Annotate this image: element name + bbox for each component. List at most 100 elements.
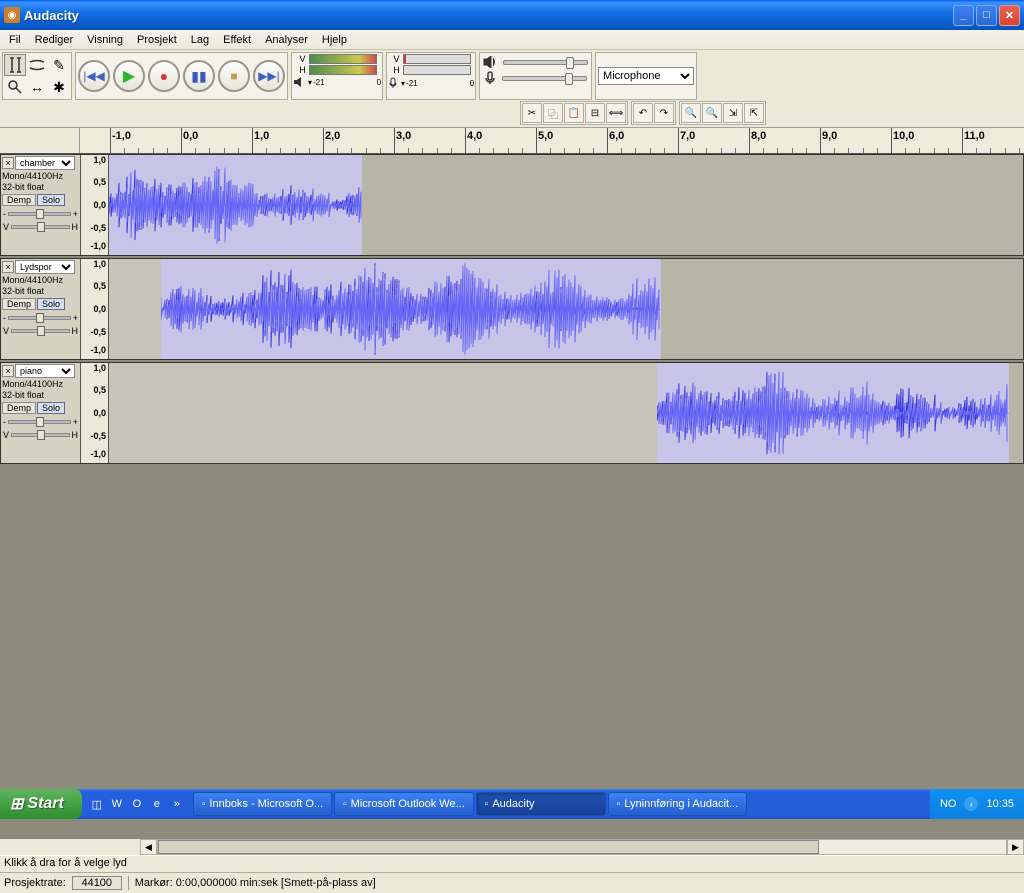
track-close-button[interactable]: × — [2, 365, 14, 377]
fit-selection-icon[interactable]: ⇲ — [723, 103, 743, 123]
timeline-tick-label: 6,0 — [609, 130, 624, 142]
track-bitdepth: 32-bit float — [2, 390, 79, 400]
taskbar-item[interactable]: ▫Microsoft Outlook We... — [334, 792, 474, 816]
menu-rediger[interactable]: Rediger — [28, 32, 81, 48]
selection-tool-icon[interactable] — [4, 54, 26, 76]
waveform[interactable] — [109, 155, 1023, 255]
mute-button[interactable]: Demp — [2, 298, 36, 310]
meter-left-label: V — [298, 54, 308, 64]
language-indicator[interactable]: NO — [940, 798, 957, 810]
menu-fil[interactable]: Fil — [2, 32, 28, 48]
window-title: Audacity — [24, 8, 953, 23]
project-rate-label: Prosjektrate: — [4, 877, 66, 889]
timeshift-tool-icon[interactable]: ↔ — [26, 76, 48, 98]
track-bitdepth: 32-bit float — [2, 182, 79, 192]
show-desktop-icon[interactable]: ◫ — [88, 795, 106, 813]
track-menu[interactable]: piano — [15, 364, 75, 378]
draw-tool-icon[interactable]: ✎ — [48, 54, 70, 76]
copy-icon[interactable]: ⿻ — [543, 103, 563, 123]
project-rate-input[interactable] — [72, 876, 122, 890]
track-menu[interactable]: chamber — [15, 156, 75, 170]
waveform[interactable] — [109, 259, 1023, 359]
trim-icon[interactable]: ⊟ — [585, 103, 605, 123]
output-meter-left[interactable] — [309, 54, 377, 64]
gain-slider[interactable]: -+ — [3, 313, 78, 323]
tracks-area: ×chamberMono/44100Hz32-bit floatDempSolo… — [0, 154, 1024, 838]
fit-project-icon[interactable]: ⇱ — [744, 103, 764, 123]
ql-chevron-icon[interactable]: » — [168, 795, 186, 813]
output-volume-slider[interactable] — [503, 60, 588, 65]
taskbar: ⊞Start ◫ W O e » ▫Innboks - Microsoft O.… — [0, 789, 1024, 819]
undo-toolbar: ↶ ↷ — [631, 101, 676, 125]
solo-button[interactable]: Solo — [37, 402, 65, 414]
zoom-in-icon[interactable]: 🔍 — [681, 103, 701, 123]
scroll-left-icon[interactable]: ◀ — [140, 839, 157, 855]
pan-slider[interactable]: VH — [3, 430, 78, 440]
undo-icon[interactable]: ↶ — [633, 103, 653, 123]
selection-info: Markør: 0:00,000000 min:sek [Smett-på-pl… — [135, 877, 376, 889]
track-close-button[interactable]: × — [2, 157, 14, 169]
tray-icon[interactable]: ‹ — [964, 797, 978, 811]
cut-icon[interactable]: ✂ — [522, 103, 542, 123]
input-volume-slider[interactable] — [502, 76, 587, 81]
paste-icon[interactable]: 📋 — [564, 103, 584, 123]
taskbar-item[interactable]: ▫Audacity — [476, 792, 606, 816]
timeline[interactable]: -1,00,01,02,03,04,05,06,07,08,09,010,011… — [0, 128, 1024, 154]
record-button[interactable]: ● — [148, 60, 180, 92]
scroll-right-icon[interactable]: ▶ — [1007, 839, 1024, 855]
solo-button[interactable]: Solo — [37, 194, 65, 206]
clock[interactable]: 10:35 — [986, 798, 1014, 810]
pause-button[interactable]: ▮▮ — [183, 60, 215, 92]
app-icon: ◉ — [4, 7, 20, 23]
word-icon[interactable]: W — [108, 795, 126, 813]
menu-hjelp[interactable]: Hjelp — [315, 32, 354, 48]
timeline-tick-label: 4,0 — [467, 130, 482, 142]
skip-start-button[interactable]: |◀◀ — [78, 60, 110, 92]
maximize-button[interactable]: □ — [976, 5, 997, 26]
output-meter: V H ▾ -210 — [291, 52, 383, 100]
envelope-tool-icon[interactable] — [26, 54, 48, 76]
mute-button[interactable]: Demp — [2, 194, 36, 206]
speaker-icon — [483, 56, 499, 68]
pan-slider[interactable]: VH — [3, 222, 78, 232]
track-close-button[interactable]: × — [2, 261, 14, 273]
mic-icon — [484, 71, 498, 85]
horizontal-scrollbar[interactable]: ◀ ▶ — [0, 838, 1024, 855]
menu-lag[interactable]: Lag — [184, 32, 216, 48]
taskbar-item[interactable]: ▫Innboks - Microsoft O... — [193, 792, 332, 816]
gain-slider[interactable]: -+ — [3, 209, 78, 219]
track-Lydspor: ×LydsporMono/44100Hz32-bit floatDempSolo… — [0, 258, 1024, 360]
output-meter-right[interactable] — [309, 65, 377, 75]
gain-slider[interactable]: -+ — [3, 417, 78, 427]
menu-effekt[interactable]: Effekt — [216, 32, 258, 48]
minimize-button[interactable]: _ — [953, 5, 974, 26]
input-source-select[interactable]: Microphone — [598, 67, 694, 85]
redo-icon[interactable]: ↷ — [654, 103, 674, 123]
mute-button[interactable]: Demp — [2, 402, 36, 414]
outlook-icon[interactable]: O — [128, 795, 146, 813]
timeline-tick-label: -1,0 — [112, 130, 131, 142]
taskbar-item[interactable]: ▫Lyninnføring i Audacit... — [608, 792, 747, 816]
menu-prosjekt[interactable]: Prosjekt — [130, 32, 184, 48]
play-button[interactable]: ▶ — [113, 60, 145, 92]
start-button[interactable]: ⊞Start — [0, 789, 82, 819]
silence-icon[interactable]: ⟺ — [606, 103, 626, 123]
waveform[interactable] — [109, 363, 1023, 463]
pan-slider[interactable]: VH — [3, 326, 78, 336]
solo-button[interactable]: Solo — [37, 298, 65, 310]
close-button[interactable]: ✕ — [999, 5, 1020, 26]
zoom-out-icon[interactable]: 🔍 — [702, 103, 722, 123]
track-vscale: 1,00,50,0-0,5-1,0 — [81, 363, 109, 463]
zoom-tool-icon[interactable] — [4, 76, 26, 98]
input-meter-left[interactable] — [403, 54, 471, 64]
multi-tool-icon[interactable]: ✱ — [48, 76, 70, 98]
transport-controls: |◀◀ ▶ ● ▮▮ ■ ▶▶| — [75, 52, 288, 100]
input-meter-right[interactable] — [403, 65, 471, 75]
ie-icon[interactable]: e — [148, 795, 166, 813]
timeline-tick-label: 7,0 — [680, 130, 695, 142]
menu-analyser[interactable]: Analyser — [258, 32, 315, 48]
track-menu[interactable]: Lydspor — [15, 260, 75, 274]
menu-visning[interactable]: Visning — [80, 32, 130, 48]
stop-button[interactable]: ■ — [218, 60, 250, 92]
skip-end-button[interactable]: ▶▶| — [253, 60, 285, 92]
